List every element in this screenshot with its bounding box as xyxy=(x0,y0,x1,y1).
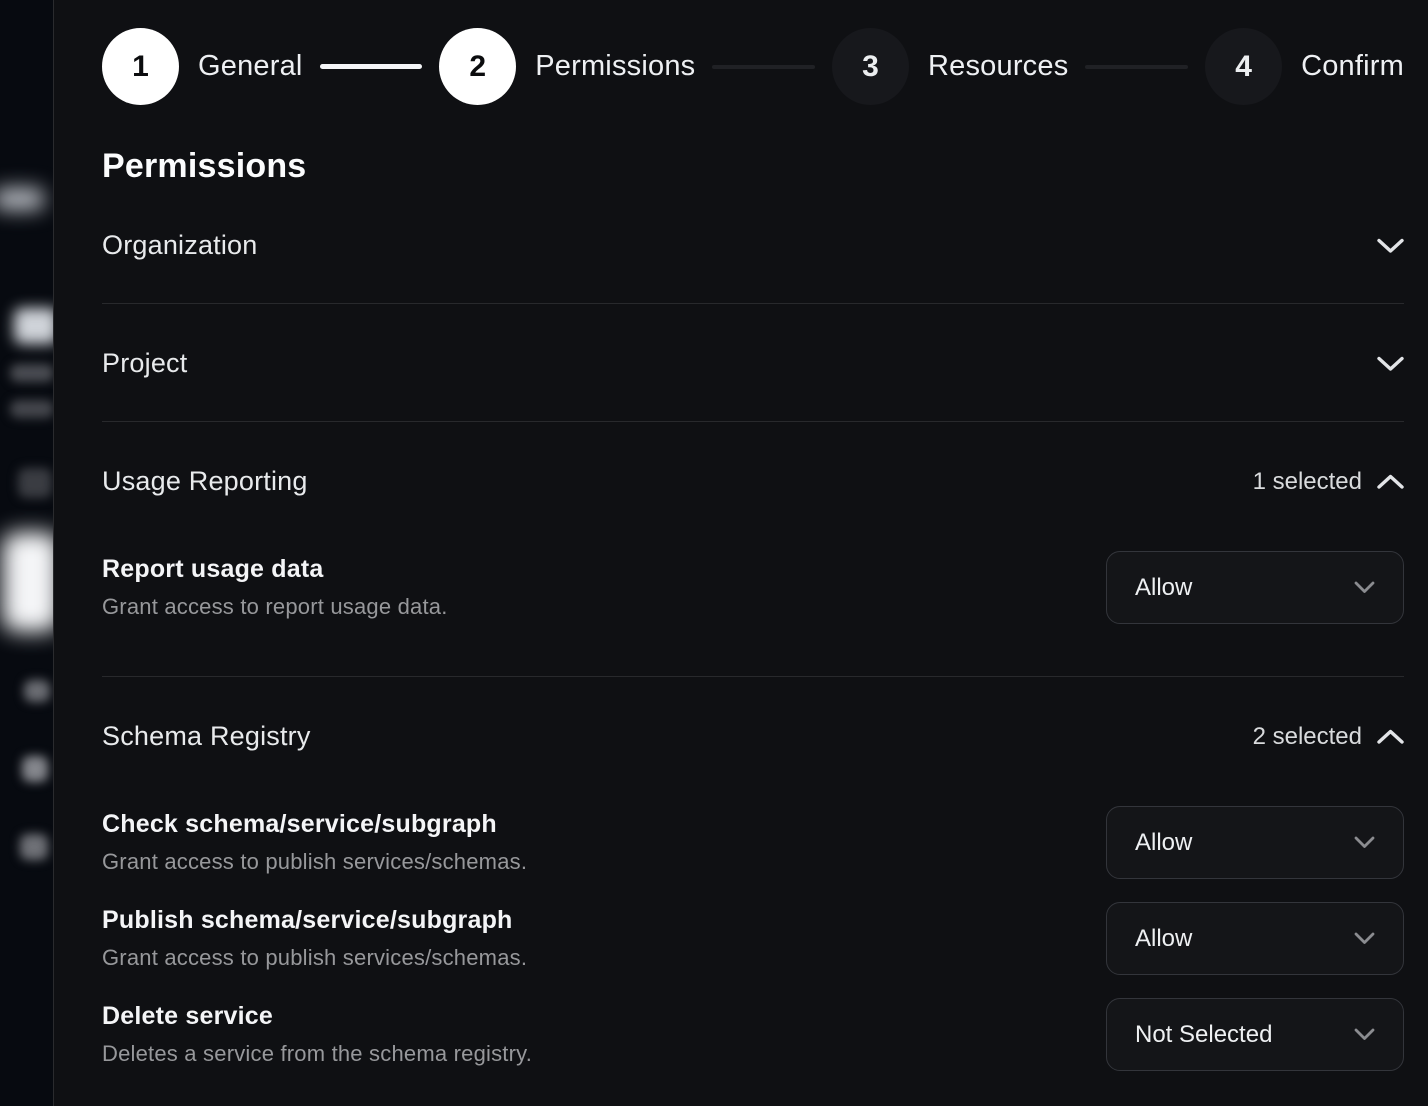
select-value: Allow xyxy=(1135,574,1192,602)
chevron-down-icon xyxy=(1377,238,1404,254)
blurred-background-element xyxy=(14,308,54,344)
section-project-toggle[interactable]: Project xyxy=(102,348,1404,379)
step-connector-complete xyxy=(320,64,423,69)
select-value: Not Selected xyxy=(1135,1021,1272,1049)
section-label: Schema Registry xyxy=(102,721,311,752)
section-usage-reporting: Usage Reporting 1 selected Report usage … xyxy=(102,422,1404,677)
blurred-background-element xyxy=(10,364,54,382)
step-label: Confirm xyxy=(1301,50,1404,83)
permission-row: Delete service Deletes a service from th… xyxy=(102,998,1404,1071)
selected-count: 2 selected xyxy=(1253,723,1362,751)
permission-row: Report usage data Grant access to report… xyxy=(102,551,1404,624)
blurred-background-element xyxy=(18,468,52,498)
step-connector-incomplete xyxy=(1085,65,1188,69)
chevron-down-icon xyxy=(1377,356,1404,372)
blurred-background-element xyxy=(22,756,48,782)
page-title: Permissions xyxy=(102,147,1404,186)
permission-row: Publish schema/service/subgraph Grant ac… xyxy=(102,902,1404,975)
permission-description: Grant access to publish services/schemas… xyxy=(102,849,527,875)
step-confirm[interactable]: 4 Confirm xyxy=(1205,28,1404,105)
permission-row: Check schema/service/subgraph Grant acce… xyxy=(102,806,1404,879)
step-number-badge: 1 xyxy=(102,28,179,105)
section-organization-toggle[interactable]: Organization xyxy=(102,230,1404,261)
permission-select-check-schema[interactable]: Allow xyxy=(1106,806,1404,879)
permission-select-delete-service[interactable]: Not Selected xyxy=(1106,998,1404,1071)
section-project: Project xyxy=(102,304,1404,422)
section-schema-registry: Schema Registry 2 selected Check schema/… xyxy=(102,677,1404,1106)
permission-select-publish-schema[interactable]: Allow xyxy=(1106,902,1404,975)
blurred-background-element xyxy=(2,532,54,632)
select-value: Allow xyxy=(1135,829,1192,857)
blurred-background-element xyxy=(24,680,50,702)
section-schema-registry-toggle[interactable]: Schema Registry 2 selected xyxy=(102,721,1404,752)
step-number-badge: 2 xyxy=(439,28,516,105)
section-label: Project xyxy=(102,348,187,379)
permission-title: Delete service xyxy=(102,1002,532,1031)
permission-title: Publish schema/service/subgraph xyxy=(102,906,527,935)
blurred-background-element xyxy=(20,834,48,860)
chevron-down-icon xyxy=(1354,1028,1375,1041)
section-usage-reporting-toggle[interactable]: Usage Reporting 1 selected xyxy=(102,466,1404,497)
chevron-up-icon xyxy=(1377,729,1404,745)
step-label: General xyxy=(198,50,303,83)
wizard-stepper: 1 General 2 Permissions 3 Resources 4 Co… xyxy=(102,28,1404,105)
step-number-badge: 4 xyxy=(1205,28,1282,105)
permission-description: Grant access to report usage data. xyxy=(102,594,448,620)
chevron-down-icon xyxy=(1354,836,1375,849)
permission-description: Grant access to publish services/schemas… xyxy=(102,945,527,971)
step-resources[interactable]: 3 Resources xyxy=(832,28,1068,105)
permission-title: Report usage data xyxy=(102,555,448,584)
blurred-background-page xyxy=(0,0,54,1106)
section-label: Usage Reporting xyxy=(102,466,308,497)
step-permissions[interactable]: 2 Permissions xyxy=(439,28,695,105)
step-number-badge: 3 xyxy=(832,28,909,105)
step-connector-incomplete xyxy=(712,65,815,69)
step-general[interactable]: 1 General xyxy=(102,28,303,105)
blurred-background-element xyxy=(0,188,44,210)
chevron-down-icon xyxy=(1354,932,1375,945)
permission-select-report-usage-data[interactable]: Allow xyxy=(1106,551,1404,624)
step-label: Resources xyxy=(928,50,1068,83)
blurred-background-element xyxy=(10,400,54,418)
permission-title: Check schema/service/subgraph xyxy=(102,810,527,839)
chevron-down-icon xyxy=(1354,581,1375,594)
section-label: Organization xyxy=(102,230,258,261)
step-label: Permissions xyxy=(535,50,695,83)
chevron-up-icon xyxy=(1377,474,1404,490)
select-value: Allow xyxy=(1135,925,1192,953)
section-organization: Organization xyxy=(102,186,1404,304)
wizard-dialog: 1 General 2 Permissions 3 Resources 4 Co… xyxy=(55,0,1428,1106)
selected-count: 1 selected xyxy=(1253,468,1362,496)
permission-description: Deletes a service from the schema regist… xyxy=(102,1041,532,1067)
